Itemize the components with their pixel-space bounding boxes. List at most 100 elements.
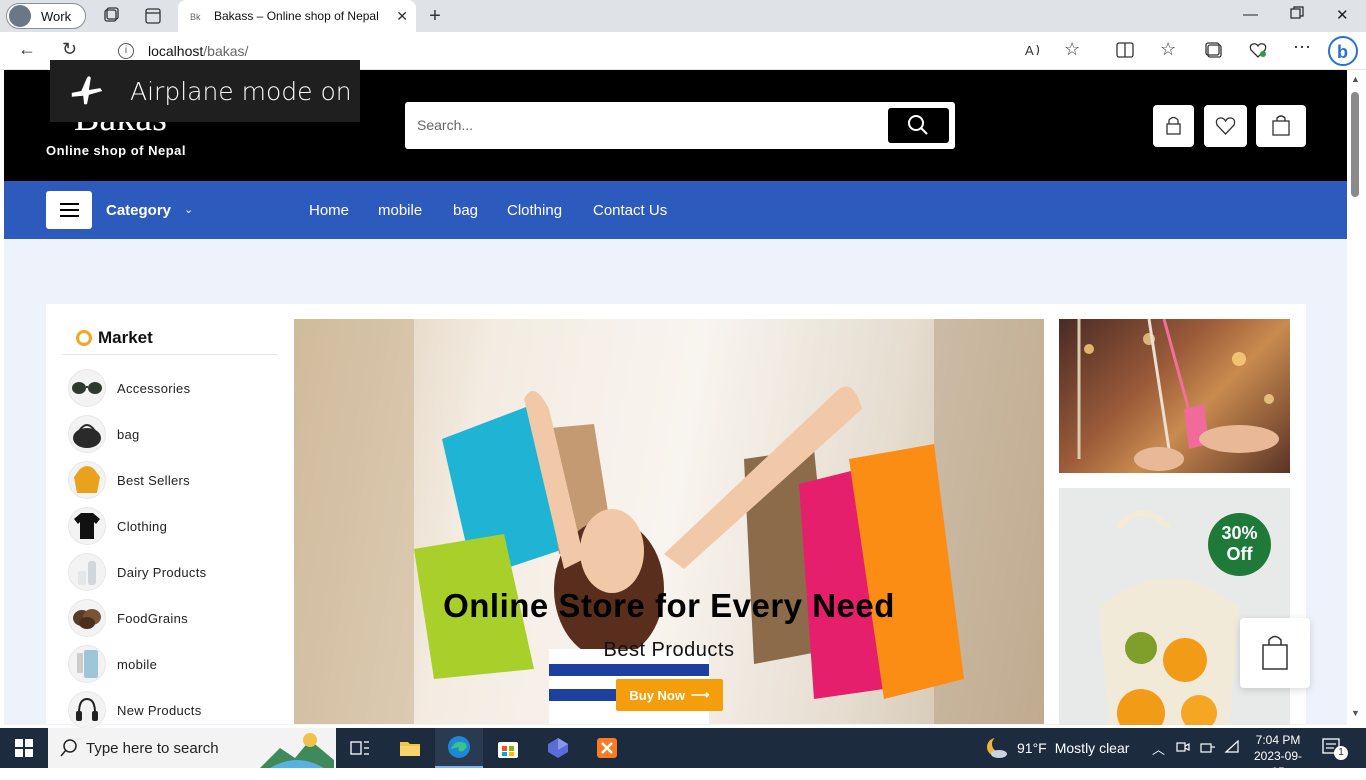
- hamburger-icon: [60, 203, 79, 217]
- meet-now-icon[interactable]: [1176, 740, 1190, 759]
- search-button[interactable]: [888, 108, 949, 143]
- scroll-down-icon[interactable]: ▼: [1351, 708, 1360, 718]
- svg-text:A: A: [1025, 43, 1034, 58]
- wifi-icon[interactable]: [1224, 739, 1240, 759]
- back-icon[interactable]: ←: [18, 39, 36, 60]
- market-item-mobile[interactable]: mobile: [68, 644, 268, 684]
- clock-date: 2023-09-05: [1253, 749, 1303, 779]
- nav-link-clothing[interactable]: Clothing: [507, 202, 562, 219]
- scrollbar-thumb[interactable]: [1351, 92, 1359, 197]
- chevron-up-icon[interactable]: ︿: [1152, 739, 1165, 758]
- close-tab-icon[interactable]: ✕: [396, 8, 408, 25]
- taskbar-search-placeholder: Type here to search: [86, 739, 219, 757]
- category-label[interactable]: Category: [106, 202, 171, 219]
- grains-icon: [68, 599, 106, 637]
- nav-link-home[interactable]: Home: [309, 202, 349, 219]
- workspaces-icon[interactable]: [101, 6, 121, 26]
- profile-label: Work: [41, 8, 72, 24]
- notification-badge: 1: [1334, 746, 1348, 760]
- favorites-icon[interactable]: ☆: [1160, 39, 1176, 60]
- browser-essentials-icon[interactable]: [1249, 42, 1267, 63]
- tab-title: Bakass – Online shop of Nepal: [214, 9, 379, 23]
- close-window-icon[interactable]: ✕: [1336, 6, 1349, 24]
- split-screen-icon[interactable]: [1116, 42, 1134, 63]
- discount-off: Off: [1226, 544, 1253, 564]
- buy-now-label: Buy Now: [629, 687, 685, 703]
- taskbar-search[interactable]: Type here to search: [48, 728, 336, 768]
- market-item-best-sellers[interactable]: Best Sellers: [68, 460, 268, 500]
- hero-title: Online Store for Every Need: [443, 587, 895, 624]
- moon-cloud-icon: [987, 736, 1008, 758]
- search-input[interactable]: [417, 114, 877, 136]
- site-favicon-icon: Bk: [190, 10, 204, 22]
- bag-icon: [68, 415, 106, 453]
- market-item-accessories[interactable]: Accessories: [68, 368, 268, 408]
- collections-icon[interactable]: [1205, 42, 1223, 63]
- favorite-star-icon[interactable]: ☆: [1064, 39, 1080, 60]
- scroll-up-icon[interactable]: ▲: [1351, 74, 1360, 84]
- shopping-bag-icon: [1262, 635, 1288, 670]
- system-clock[interactable]: 7:04 PM 2023-09-05: [1250, 732, 1306, 780]
- shopping-bag-icon: [1272, 115, 1290, 136]
- market-item-dairy[interactable]: Dairy Products: [68, 552, 268, 592]
- chevron-down-icon[interactable]: ⌄: [184, 203, 193, 216]
- active-tab[interactable]: Bk Bakass – Online shop of Nepal ✕: [178, 0, 416, 32]
- market-item-clothing[interactable]: Clothing: [68, 506, 268, 546]
- wishlist-button[interactable]: [1204, 105, 1247, 147]
- site-tagline: Online shop of Nepal: [46, 143, 187, 158]
- svg-text:Bk: Bk: [190, 12, 201, 22]
- svg-text:b: b: [1337, 42, 1348, 62]
- bing-copilot-icon[interactable]: b: [1328, 36, 1358, 71]
- nav-link-contact[interactable]: Contact Us: [593, 202, 667, 219]
- market-item-label: bag: [117, 426, 140, 442]
- edge-browser-icon[interactable]: [435, 728, 483, 768]
- search-form: [405, 102, 955, 149]
- microsoft-store-icon[interactable]: [484, 728, 532, 768]
- category-menu-button[interactable]: [46, 191, 92, 229]
- floating-cart-button[interactable]: [1240, 618, 1310, 688]
- tab-actions-icon[interactable]: [143, 6, 163, 26]
- discount-percent: 30%: [1221, 523, 1258, 543]
- account-button[interactable]: [1153, 105, 1194, 147]
- windows-start-icon[interactable]: [0, 728, 48, 768]
- market-item-label: Accessories: [117, 380, 191, 396]
- nav-link-mobile[interactable]: mobile: [378, 202, 422, 219]
- app-icon[interactable]: [534, 728, 582, 768]
- cart-button[interactable]: [1256, 105, 1306, 147]
- market-item-bag[interactable]: bag: [68, 414, 268, 454]
- circle-icon: [76, 330, 92, 346]
- file-explorer-icon[interactable]: [386, 728, 434, 768]
- more-options-icon[interactable]: ⋯: [1293, 37, 1311, 58]
- weather-temp: 91°F: [1017, 740, 1047, 756]
- minimize-icon[interactable]: —: [1243, 6, 1258, 23]
- browser-tab-bar: Work Bk Bakass – Online shop of Nepal ✕ …: [0, 0, 1366, 32]
- network-icon[interactable]: [1200, 740, 1216, 759]
- milk-bottle-icon: [68, 553, 106, 591]
- market-item-new-products[interactable]: New Products: [68, 690, 268, 730]
- url-text[interactable]: localhost/bakas/: [148, 43, 248, 59]
- airplane-mode-toast: Airplane mode on: [50, 60, 360, 122]
- weather-text: Mostly clear: [1054, 740, 1130, 756]
- refresh-icon[interactable]: ↻: [62, 39, 77, 60]
- profile-button[interactable]: Work: [6, 3, 86, 29]
- headphones-icon: [68, 691, 106, 729]
- market-item-foodgrains[interactable]: FoodGrains: [68, 598, 268, 638]
- search-icon: [60, 739, 77, 757]
- buy-now-button[interactable]: Buy Now ⟶: [616, 679, 723, 711]
- new-tab-icon[interactable]: +: [425, 5, 445, 27]
- restore-icon[interactable]: [1290, 6, 1304, 24]
- heart-icon: [1215, 117, 1236, 135]
- xampp-icon[interactable]: [583, 728, 631, 768]
- nav-link-bag[interactable]: bag: [453, 202, 478, 219]
- sunglasses-icon: [68, 369, 106, 407]
- jewelry-promo-image[interactable]: [1059, 319, 1290, 473]
- windows-taskbar: Type here to search 91°F Mostly clear ︿ …: [0, 728, 1366, 779]
- notification-icon[interactable]: 1: [1322, 738, 1348, 763]
- arrow-right-icon: ⟶: [690, 687, 710, 702]
- site-info-icon[interactable]: i: [118, 43, 134, 59]
- read-aloud-icon[interactable]: A: [1025, 42, 1043, 63]
- weather-widget[interactable]: 91°F Mostly clear: [985, 728, 1129, 768]
- search-highlight-image: [260, 733, 334, 768]
- hoodie-icon: [68, 461, 106, 499]
- task-view-icon[interactable]: [336, 728, 384, 768]
